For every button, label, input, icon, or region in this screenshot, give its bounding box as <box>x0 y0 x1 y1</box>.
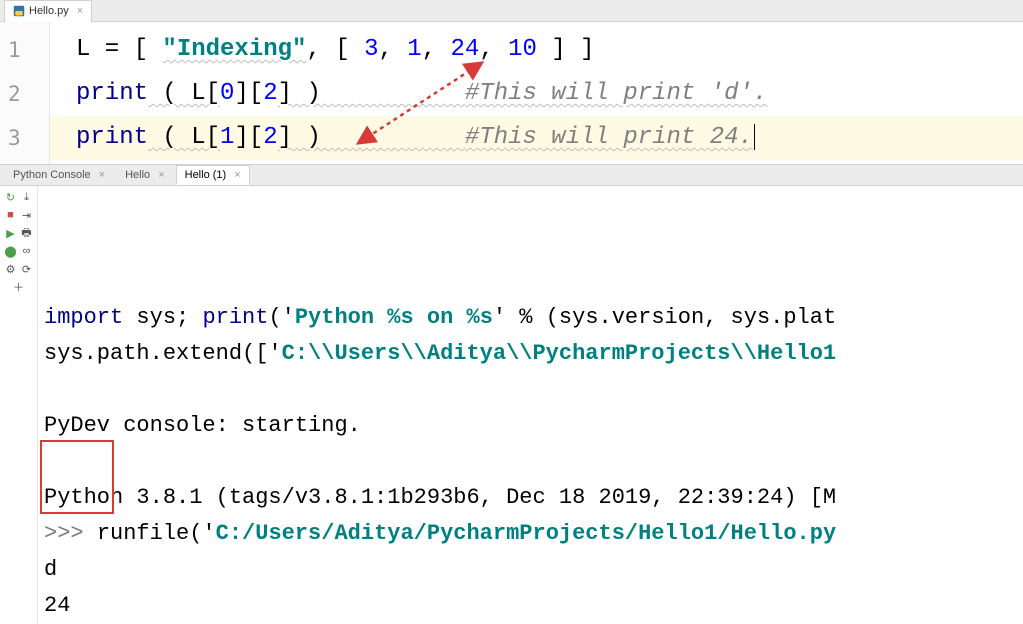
console-line: Python 3.8.1 (tags/v3.8.1:1b293b6, Dec 1… <box>44 480 1023 516</box>
tool-tab-label: Python Console <box>13 169 91 181</box>
console-line: import sys; print('Python %s on %s' % (s… <box>44 300 1023 336</box>
scroll-to-end-icon[interactable]: ⤓ <box>20 190 34 204</box>
console-line: sys.path.extend(['C:\\Users\\Aditya\\Pyc… <box>44 336 1023 372</box>
soft-wrap-icon[interactable]: ⇥ <box>20 208 34 222</box>
settings-icon[interactable]: ⚙ <box>4 262 18 276</box>
tool-tab-label: Hello <box>125 169 150 181</box>
close-icon[interactable]: × <box>234 169 240 181</box>
editor-code[interactable]: L = [ "Indexing", [ 3, 1, 24, 10 ] ]prin… <box>50 22 1023 164</box>
tool-tab[interactable]: Hello × <box>116 165 174 185</box>
editor-tab-hello-py[interactable]: Hello.py × <box>4 0 92 22</box>
line-number: 1 <box>0 28 49 72</box>
editor-tab-label: Hello.py <box>29 5 69 17</box>
text-caret <box>754 124 755 150</box>
console-panel: ↻ ⤓ ■ ⇥ ▶ 🖶 ⬤ ∞ ⚙ ⟳ ＋ import sys; print(… <box>0 186 1023 624</box>
console-line <box>44 444 1023 480</box>
tool-tab[interactable]: Hello (1) × <box>176 165 250 185</box>
tool-tab-bar: Python Console × Hello × Hello (1) × <box>0 165 1023 186</box>
console-line <box>44 372 1023 408</box>
print-icon[interactable]: 🖶 <box>20 226 34 240</box>
code-line[interactable]: print ( L[1][2] ) #This will print 24. <box>50 116 1023 160</box>
console-toolbar: ↻ ⤓ ■ ⇥ ▶ 🖶 ⬤ ∞ ⚙ ⟳ ＋ <box>0 186 38 624</box>
tool-tab[interactable]: Python Console × <box>4 165 114 185</box>
new-console-icon[interactable]: ＋ <box>12 280 26 294</box>
code-line[interactable]: print ( L[0][2] ) #This will print 'd'. <box>50 72 1023 116</box>
console-line: d <box>44 552 1023 588</box>
python-file-icon <box>13 5 25 17</box>
attach-debugger-icon[interactable]: ⬤ <box>4 244 18 258</box>
console-line: PyDev console: starting. <box>44 408 1023 444</box>
console-line: 24 <box>44 588 1023 624</box>
close-icon[interactable]: × <box>99 169 105 181</box>
editor-tab-bar: Hello.py × <box>0 0 1023 22</box>
run-icon[interactable]: ▶ <box>4 226 18 240</box>
tool-tab-label: Hello (1) <box>185 169 227 181</box>
line-number: 3 <box>0 116 49 160</box>
console-output[interactable]: import sys; print('Python %s on %s' % (s… <box>38 186 1023 624</box>
close-icon[interactable]: × <box>158 169 164 181</box>
editor-gutter: 123 <box>0 22 50 164</box>
stop-icon[interactable]: ■ <box>4 208 18 222</box>
show-vars-icon[interactable]: ∞ <box>20 244 34 258</box>
editor-area[interactable]: 123 L = [ "Indexing", [ 3, 1, 24, 10 ] ]… <box>0 22 1023 165</box>
line-number: 2 <box>0 72 49 116</box>
console-line: >>> runfile('C:/Users/Aditya/PycharmProj… <box>44 516 1023 552</box>
close-icon[interactable]: × <box>77 5 83 17</box>
code-line[interactable]: L = [ "Indexing", [ 3, 1, 24, 10 ] ] <box>50 28 1023 72</box>
rerun-icon[interactable]: ↻ <box>4 190 18 204</box>
history-icon[interactable]: ⟳ <box>20 262 34 276</box>
